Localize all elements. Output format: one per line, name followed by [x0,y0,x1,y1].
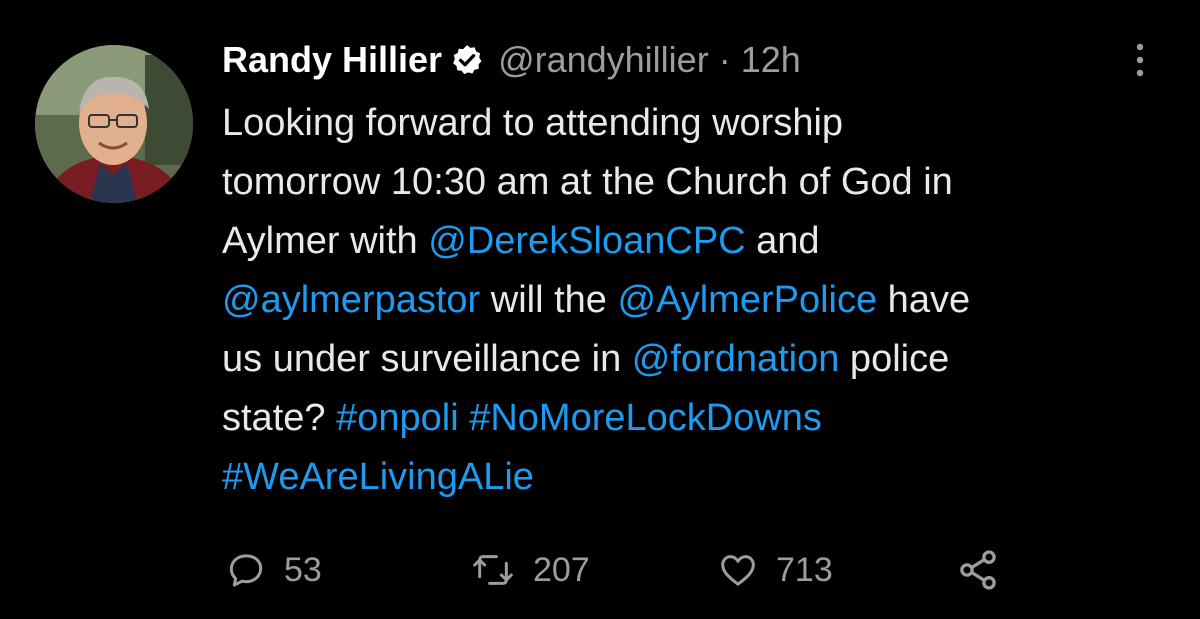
tweet-text-line: Aylmer with @DerekSloanCPC and [222,212,1172,271]
reply-count: 53 [284,550,322,589]
like-count: 713 [776,550,833,589]
author-handle[interactable]: @randyhillier [498,39,709,81]
hashtag-link[interactable]: #WeAreLivingALie [222,456,534,498]
tweet-header: Randy Hillier @randyhillier · 12h [222,36,801,84]
separator-dot: · [718,39,731,80]
tweet-text-segment: will the [480,279,618,321]
share-icon [960,550,996,590]
tweet-text-segment: state? [222,397,337,439]
retweet-icon [473,555,513,585]
tweet[interactable]: Randy Hillier @randyhillier · 12h Lookin… [0,0,1200,619]
mention-link[interactable]: @DerekSloanCPC [428,220,745,262]
avatar[interactable] [35,45,193,203]
retweet-count: 207 [533,550,590,589]
verified-badge-icon [450,43,484,77]
tweet-text-segment: Aylmer with [222,220,429,262]
tweet-text-line: @aylmerpastor will the @AylmerPolice hav… [222,271,1172,330]
tweet-text: Looking forward to attending worship tomo… [222,94,1172,507]
tweet-text-segment [459,397,470,439]
mention-link[interactable]: @aylmerpastor [222,279,480,321]
profile-photo [35,45,193,203]
tweet-text-segment: Looking forward to attending worship [222,102,844,144]
hashtag-link[interactable]: #onpoli [336,397,459,439]
like-button[interactable]: 713 [718,548,833,592]
more-options-icon[interactable] [1128,40,1152,80]
heart-icon [721,555,755,586]
tweet-text-segment: have [877,279,971,321]
action-bar: 53 207 713 [226,548,1026,592]
tweet-text-line: tomorrow 10:30 am at the Church of God i… [222,153,1172,212]
tweet-text-segment: police [839,338,950,380]
tweet-text-segment: and [745,220,820,262]
tweet-text-line: us under surveillance in @fordnation pol… [222,330,1172,389]
tweet-text-line: state? #onpoli #NoMoreLockDowns [222,389,1172,448]
tweet-text-line: Looking forward to attending worship [222,94,1172,153]
mention-link[interactable]: @fordnation [632,338,840,380]
tweet-text-segment: us under surveillance in [222,338,632,380]
tweet-text-segment: tomorrow 10:30 am at the Church of God i… [222,161,953,203]
hashtag-link[interactable]: #NoMoreLockDowns [469,397,822,439]
tweet-text-line: #WeAreLivingALie [222,448,1172,507]
reply-icon [229,554,263,587]
display-name[interactable]: Randy Hillier [222,39,442,81]
share-button[interactable] [956,548,1018,592]
tweet-timestamp[interactable]: 12h [741,39,801,81]
retweet-button[interactable]: 207 [471,548,590,592]
mention-link[interactable]: @AylmerPolice [618,279,878,321]
reply-button[interactable]: 53 [226,548,322,592]
